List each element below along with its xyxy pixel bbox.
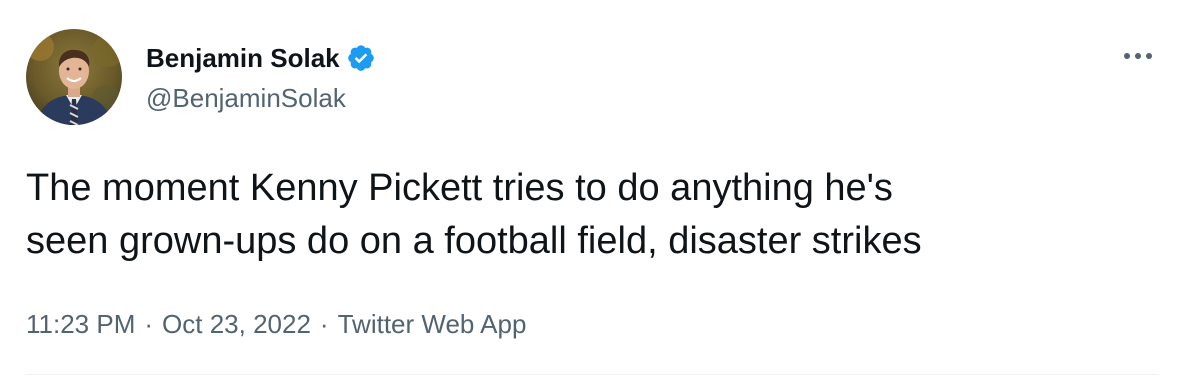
- tweet-time[interactable]: 11:23 PM: [26, 306, 135, 342]
- separator-dot: ·: [144, 309, 154, 339]
- tweet-date[interactable]: Oct 23, 2022: [162, 306, 311, 342]
- author-handle[interactable]: @BenjaminSolak: [146, 80, 346, 116]
- author-name-row: Benjamin Solak: [146, 40, 376, 76]
- author-display-name[interactable]: Benjamin Solak: [146, 40, 340, 76]
- divider: [26, 374, 1158, 375]
- separator-dot: ·: [319, 309, 329, 339]
- verified-badge-icon: [346, 43, 376, 73]
- more-options-icon[interactable]: [1118, 38, 1158, 74]
- tweet-metadata: 11:23 PM · Oct 23, 2022 · Twitter Web Ap…: [26, 306, 526, 342]
- tweet-card: Benjamin Solak @BenjaminSolak The moment…: [0, 0, 1188, 380]
- avatar-photo-icon: [26, 29, 122, 125]
- tweet-source[interactable]: Twitter Web App: [338, 306, 527, 342]
- author-avatar[interactable]: [26, 29, 122, 125]
- tweet-text: The moment Kenny Pickett tries to do any…: [26, 167, 922, 262]
